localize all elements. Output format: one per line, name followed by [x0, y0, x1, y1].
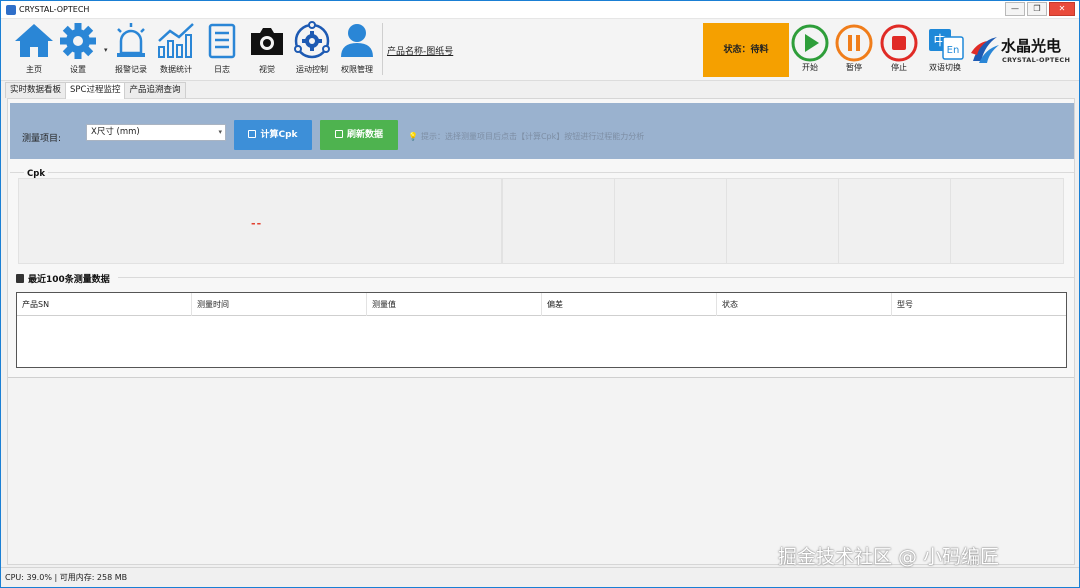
- app-icon: [6, 5, 16, 15]
- svg-text:En: En: [947, 45, 960, 56]
- column-header-deviation[interactable]: 偏差: [542, 293, 717, 316]
- start-button[interactable]: 开始: [789, 23, 831, 79]
- cpk-value-panel: --: [18, 178, 502, 264]
- column-header-model[interactable]: 型号: [892, 293, 1066, 316]
- measure-item-value: X尺寸 (mm): [91, 127, 140, 137]
- hint-message: 提示：选择测量项目后点击【计算Cpk】按钮进行过程能力分析: [420, 132, 645, 141]
- main-toolbar: 主页 设置 ▾ 报警记录 数据统计 日志 视觉 运动控制 权限管理 产品名称-图…: [1, 19, 1079, 81]
- chart-icon: [158, 23, 194, 58]
- play-icon: [791, 24, 829, 62]
- lightbulb-icon: 💡: [408, 132, 418, 141]
- measure-item-select[interactable]: X尺寸 (mm) ▾: [86, 124, 226, 141]
- toolbar-home-button[interactable]: 主页: [12, 21, 56, 79]
- logo-subtitle: CRYSTAL-OPTECH: [1002, 56, 1071, 64]
- cpk-stat-cell: [838, 178, 951, 264]
- cpk-stat-cell: [950, 178, 1064, 264]
- refresh-data-label: 刷新数据: [346, 130, 383, 140]
- log-icon: [208, 23, 236, 59]
- table-header: 产品SN 测量时间 测量值 偏差 状态 型号: [17, 293, 1066, 316]
- toolbar-label: 报警记录: [115, 65, 147, 74]
- toolbar-label: 数据统计: [160, 65, 192, 74]
- minimize-button[interactable]: —: [1005, 2, 1025, 16]
- cpk-stat-cell: [726, 178, 839, 264]
- settings-dropdown-arrow[interactable]: ▾: [104, 46, 108, 54]
- hint-text: 💡 提示：选择测量项目后点击【计算Cpk】按钮进行过程能力分析: [408, 131, 644, 142]
- tab-product-trace[interactable]: 产品追溯查询: [124, 82, 186, 98]
- toolbar-vision-button[interactable]: 视觉: [245, 21, 289, 79]
- pause-icon: [835, 24, 873, 62]
- watermark: 掘金技术社区 @ 小码编匠: [778, 546, 1000, 568]
- toolbar-label: 运动控制: [296, 65, 328, 74]
- toolbar-label: 日志: [214, 65, 230, 74]
- measure-item-label: 测量项目:: [22, 134, 62, 144]
- window-controls: — ❐ ✕: [1005, 2, 1075, 16]
- save-icon: [248, 130, 257, 138]
- alarm-icon: [117, 23, 145, 57]
- divider: [118, 277, 1074, 278]
- filter-bar: 测量项目: X尺寸 (mm) ▾ 计算Cpk 刷新数据 💡 提示：选择测量项目后点…: [10, 103, 1074, 159]
- toolbar-stats-button[interactable]: 数据统计: [154, 21, 198, 79]
- book-icon: [16, 274, 24, 283]
- toolbar-alarm-button[interactable]: 报警记录: [109, 21, 153, 79]
- toolbar-label: 设置: [70, 65, 86, 74]
- language-switch-button[interactable]: 中 En 双语切换: [923, 23, 967, 79]
- recent-data-title: 最近100条测量数据: [16, 272, 110, 285]
- toolbar-motion-button[interactable]: 运动控制: [290, 21, 334, 79]
- camera-icon: [251, 28, 283, 55]
- spc-panel: 测量项目: X尺寸 (mm) ▾ 计算Cpk 刷新数据 💡 提示：选择测量项目后点…: [7, 98, 1075, 565]
- column-header-value[interactable]: 测量值: [367, 293, 542, 316]
- product-name-link[interactable]: 产品名称-图纸号: [387, 44, 453, 57]
- column-header-sn[interactable]: 产品SN: [17, 293, 192, 316]
- cpk-value: --: [251, 217, 263, 230]
- main-tabs: 实时数据看板 SPC过程监控 产品追溯查询: [5, 82, 186, 99]
- user-icon: [341, 24, 373, 57]
- stop-button[interactable]: 停止: [878, 23, 920, 79]
- toolbar-separator: [382, 23, 383, 75]
- cpk-stat-cell: [502, 178, 615, 264]
- toolbar-label: 权限管理: [341, 65, 373, 74]
- title-bar: CRYSTAL-OPTECH — ❐ ✕: [1, 1, 1079, 19]
- tab-realtime-dashboard[interactable]: 实时数据看板: [5, 82, 67, 98]
- column-header-status[interactable]: 状态: [717, 293, 892, 316]
- stop-icon: [880, 24, 918, 62]
- cpk-stat-cell: [614, 178, 727, 264]
- system-info: CPU: 39.0% | 可用内存: 258 MB: [5, 573, 128, 582]
- column-header-time[interactable]: 测量时间: [192, 293, 367, 316]
- refresh-icon: [334, 130, 343, 138]
- window-title: CRYSTAL-OPTECH: [19, 5, 90, 14]
- toolbar-label: 视觉: [259, 65, 275, 74]
- maximize-button[interactable]: ❐: [1027, 2, 1047, 16]
- language-icon: 中 En: [929, 29, 964, 60]
- control-label: 暂停: [846, 63, 862, 72]
- toolbar-label: 主页: [26, 65, 42, 74]
- crystal-logo-icon: [971, 37, 999, 63]
- recent-data-title-text: 最近100条测量数据: [28, 275, 110, 285]
- gear-icon: [60, 23, 96, 59]
- logo-name: 水晶光电: [1001, 37, 1062, 55]
- toolbar-log-button[interactable]: 日志: [200, 21, 244, 79]
- pause-button[interactable]: 暂停: [833, 23, 875, 79]
- recent-data-table[interactable]: 产品SN 测量时间 测量值 偏差 状态 型号: [16, 292, 1067, 368]
- toolbar-permissions-button[interactable]: 权限管理: [335, 21, 379, 79]
- tab-spc-monitor[interactable]: SPC过程监控: [65, 82, 126, 99]
- app-window: CRYSTAL-OPTECH — ❐ ✕ 主页 设置 ▾ 报警记录 数据统计 日…: [0, 0, 1080, 588]
- control-label: 停止: [891, 63, 907, 72]
- control-label: 双语切换: [929, 63, 961, 72]
- close-button[interactable]: ✕: [1049, 2, 1075, 16]
- home-icon: [15, 24, 53, 57]
- calculate-cpk-button[interactable]: 计算Cpk: [234, 120, 312, 150]
- lower-panel: [8, 377, 1074, 564]
- status-bar: CPU: 39.0% | 可用内存: 258 MB: [1, 567, 1079, 587]
- calculate-cpk-label: 计算Cpk: [260, 130, 298, 140]
- toolbar-settings-button[interactable]: 设置: [56, 21, 100, 79]
- machine-status: 状态：待料: [703, 23, 789, 77]
- cpk-group: Cpk --: [10, 169, 1074, 268]
- control-label: 开始: [802, 63, 818, 72]
- company-logo: 水晶光电 CRYSTAL-OPTECH: [969, 33, 1077, 69]
- chevron-down-icon: ▾: [218, 128, 222, 136]
- refresh-data-button[interactable]: 刷新数据: [320, 120, 398, 150]
- motion-icon: [294, 21, 330, 59]
